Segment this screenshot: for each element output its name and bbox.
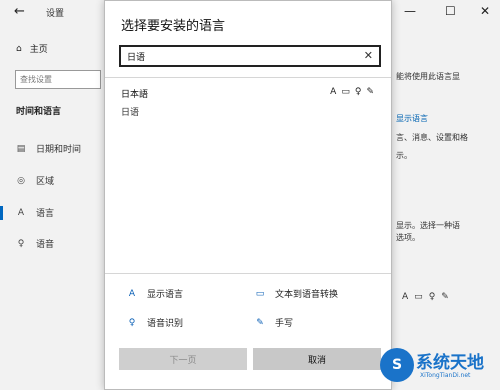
next-button[interactable]: 下一页 [119, 348, 247, 370]
nav-home[interactable]: ⌂ 主页 [16, 42, 48, 56]
sidebar-item-label: 区域 [36, 177, 55, 187]
settings-search-input[interactable]: 查找设置 [15, 70, 101, 89]
display-language-icon: A [330, 87, 342, 97]
settings-sidebar: ⌂ 主页 查找设置 时间和语言 ▤ 日期和时间 ◎ 区域 A 语言 ♀ 语音 [0, 24, 104, 390]
text-to-speech-icon: ▭ [414, 292, 429, 302]
legend-speech-recognition: ♀ 语音识别 [127, 316, 184, 330]
language-icon: A [17, 207, 25, 218]
language-native-name: 日本語 [121, 90, 149, 100]
sidebar-item-label: 语音 [36, 240, 55, 250]
right-feature-icons: A▭♀✎ [402, 292, 455, 302]
window-title: 设置 [46, 9, 65, 19]
right-text-5: 显示。选择一种语 [396, 221, 460, 230]
right-text-6: 选项。 [396, 233, 420, 242]
language-translated-name: 日语 [121, 108, 140, 118]
language-feature-icons: A▭♀✎ [330, 87, 379, 97]
text-to-speech-icon: ▭ [341, 87, 355, 97]
watermark-brand: 系统天地 [416, 353, 484, 373]
microphone-icon: ♀ [17, 238, 25, 249]
calendar-icon: ▤ [16, 143, 26, 154]
maximize-icon[interactable]: ☐ [445, 4, 456, 18]
watermark-logo: S [380, 348, 414, 382]
sidebar-item-label: 日期和时间 [36, 145, 82, 155]
sidebar-item-language[interactable]: A 语言 [16, 206, 55, 220]
cancel-button[interactable]: 取消 [253, 348, 381, 370]
handwriting-icon: ✎ [256, 317, 264, 328]
language-result-item[interactable]: 日本語 日语 A▭♀✎ [121, 87, 379, 121]
speech-recognition-icon: ♀ [354, 87, 367, 97]
divider [105, 273, 391, 274]
legend-label: 语音识别 [147, 319, 184, 329]
watermark: S 系统天地 XiTongTianDi.net [380, 346, 498, 388]
nav-home-label: 主页 [29, 45, 48, 55]
language-search-input[interactable]: 日语 ✕ [119, 45, 381, 67]
legend-label: 显示语言 [147, 290, 184, 300]
home-icon: ⌂ [16, 43, 22, 54]
display-language-link[interactable]: 显示语言 [396, 113, 428, 124]
speech-recognition-icon: ♀ [428, 292, 442, 302]
selected-indicator [0, 206, 3, 220]
display-language-icon: A [128, 288, 136, 299]
right-text-1: 能将使用此语言显 [396, 72, 460, 81]
nav-section-title: 时间和语言 [16, 107, 62, 117]
sidebar-item-region[interactable]: ◎ 区域 [16, 174, 55, 188]
dialog-title: 选择要安装的语言 [121, 19, 226, 34]
clear-icon[interactable]: ✕ [364, 49, 373, 62]
legend-text-to-speech: ▭ 文本到语音转换 [255, 287, 339, 301]
legend-label: 手写 [275, 319, 294, 329]
right-text-4: 示。 [396, 151, 412, 160]
sidebar-item-date-time[interactable]: ▤ 日期和时间 [16, 142, 82, 156]
display-language-icon: A [402, 292, 415, 302]
close-icon[interactable]: ✕ [480, 4, 490, 18]
text-to-speech-icon: ▭ [255, 288, 265, 299]
speech-recognition-icon: ♀ [128, 317, 136, 328]
legend-handwriting: ✎ 手写 [255, 316, 294, 330]
right-text-3: 言、消息、设置和格 [396, 133, 468, 142]
divider [105, 77, 391, 78]
watermark-url: XiTongTianDi.net [420, 372, 471, 379]
back-arrow-icon[interactable]: ← [14, 4, 25, 19]
legend-display-language: A 显示语言 [127, 287, 184, 301]
sidebar-item-speech[interactable]: ♀ 语音 [16, 237, 55, 251]
handwriting-icon: ✎ [441, 292, 455, 302]
legend-label: 文本到语音转换 [275, 290, 339, 300]
search-value: 日语 [127, 53, 146, 63]
install-language-dialog: 选择要安装的语言 日语 ✕ 日本語 日语 A▭♀✎ A 显示语言 ▭ 文本到语音… [104, 0, 392, 390]
language-page-partial: 能将使用此语言显 显示语言 言、消息、设置和格 示。 显示。选择一种语 选项。 [392, 24, 500, 390]
handwriting-icon: ✎ [366, 87, 379, 97]
globe-icon: ◎ [17, 175, 25, 186]
minimize-icon[interactable]: — [404, 4, 416, 18]
sidebar-item-label: 语言 [36, 209, 55, 219]
